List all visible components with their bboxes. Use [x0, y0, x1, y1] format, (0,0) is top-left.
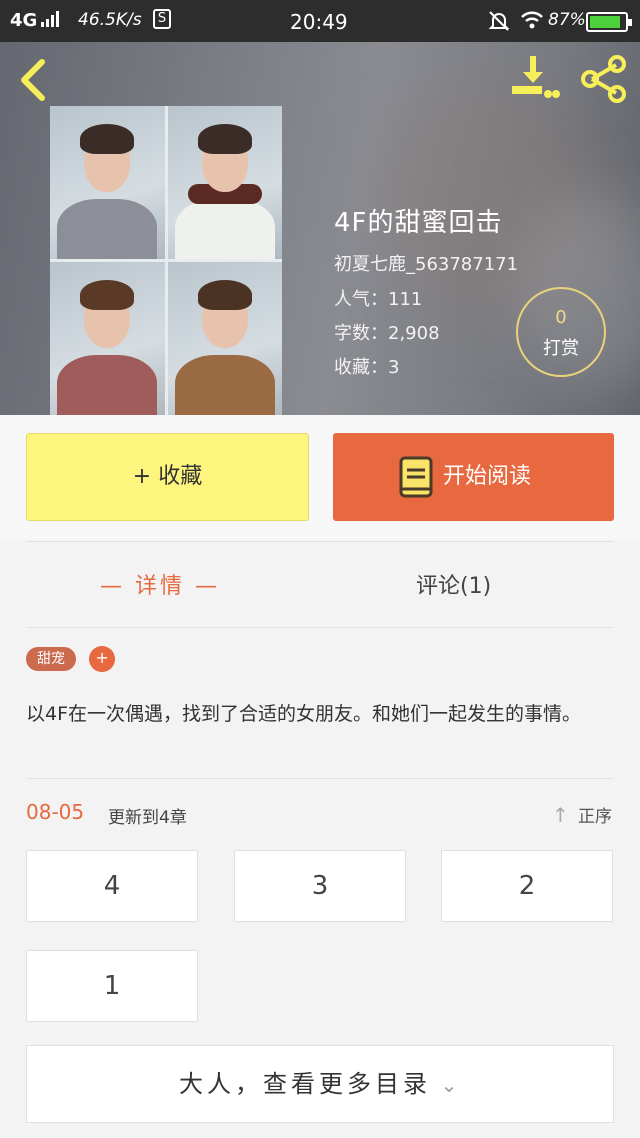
clock: 20:49	[290, 10, 348, 34]
book-author[interactable]: 初夏七鹿_563787171	[334, 250, 518, 276]
cover-photo	[50, 106, 165, 259]
update-status: 更新到4章	[108, 808, 187, 828]
book-cover-image	[50, 106, 282, 415]
divider	[26, 627, 614, 628]
tag-list: 甜宠 +	[26, 646, 116, 672]
book-word-count: 字数：2,908	[334, 323, 440, 344]
network-type: 4G	[10, 10, 38, 31]
add-to-favorites-label: + 收藏	[132, 464, 203, 489]
view-more-catalog-button[interactable]: 大人，查看更多目录 ⌄	[26, 1045, 614, 1123]
tag-sweet[interactable]: 甜宠	[26, 647, 76, 671]
download-button[interactable]	[506, 52, 560, 102]
chapter-button[interactable]: 1	[26, 950, 198, 1022]
start-reading-label: 开始阅读	[443, 464, 532, 489]
add-tag-button[interactable]: +	[89, 646, 116, 672]
book-description: 以4F在一次偶遇，找到了合适的女朋友。和她们一起发生的事情。	[26, 703, 582, 725]
battery-icon	[586, 12, 632, 32]
start-reading-button[interactable]: 开始阅读	[333, 433, 614, 521]
book-popularity: 人气：111	[334, 289, 423, 310]
share-icon	[581, 55, 626, 103]
cover-photo	[167, 106, 282, 259]
chapter-update-row: 08-05 更新到4章 ↑ 正序	[26, 800, 614, 830]
book-title: 4F的甜蜜回击	[334, 208, 503, 238]
mute-bell-icon	[488, 10, 510, 37]
signal-icon	[41, 11, 60, 27]
share-button[interactable]	[578, 54, 630, 104]
s-badge-icon: S	[153, 9, 171, 29]
battery-percent: 87%	[548, 10, 586, 30]
chevron-down-icon: ⌄	[440, 1073, 458, 1097]
divider	[26, 778, 614, 779]
cover-photo	[50, 262, 165, 415]
wifi-icon	[520, 10, 544, 35]
tab-comments[interactable]: 评论(1)	[416, 568, 491, 600]
tip-button[interactable]: 0 打赏	[516, 287, 606, 377]
download-icon	[512, 56, 560, 98]
chapter-button[interactable]: 4	[26, 850, 198, 922]
book-favorites: 收藏：3	[334, 357, 400, 378]
chapter-button[interactable]: 2	[441, 850, 613, 922]
chapter-button[interactable]: 3	[234, 850, 406, 922]
action-bar: + 收藏 开始阅读	[0, 415, 640, 540]
cover-photo	[167, 262, 282, 415]
arrow-up-icon: ↑	[552, 803, 569, 827]
tab-details[interactable]: — 详情 —	[100, 568, 220, 600]
view-more-catalog-label: 大人，查看更多目录	[179, 1070, 431, 1098]
add-to-favorites-button[interactable]: + 收藏	[26, 433, 309, 521]
sort-order-label: 正序	[578, 807, 612, 827]
back-button[interactable]	[14, 56, 54, 104]
signal-indicator: 4G	[10, 10, 62, 31]
battery-fill	[590, 16, 620, 28]
update-date: 08-05	[26, 800, 85, 824]
book-icon	[399, 456, 433, 498]
book-header: 4F的甜蜜回击 初夏七鹿_563787171 人气：111 字数：2,908 收…	[0, 42, 640, 415]
tip-label: 打赏	[543, 338, 579, 359]
network-speed: 46.5K/s	[78, 10, 142, 30]
tip-count: 0	[555, 307, 567, 328]
status-bar: 4G 46.5K/s S 20:49 87%	[0, 0, 640, 42]
chevron-left-icon	[21, 59, 45, 101]
sort-order-button[interactable]: ↑ 正序	[552, 802, 612, 827]
detail-tabs: — 详情 — 评论(1)	[0, 542, 640, 626]
